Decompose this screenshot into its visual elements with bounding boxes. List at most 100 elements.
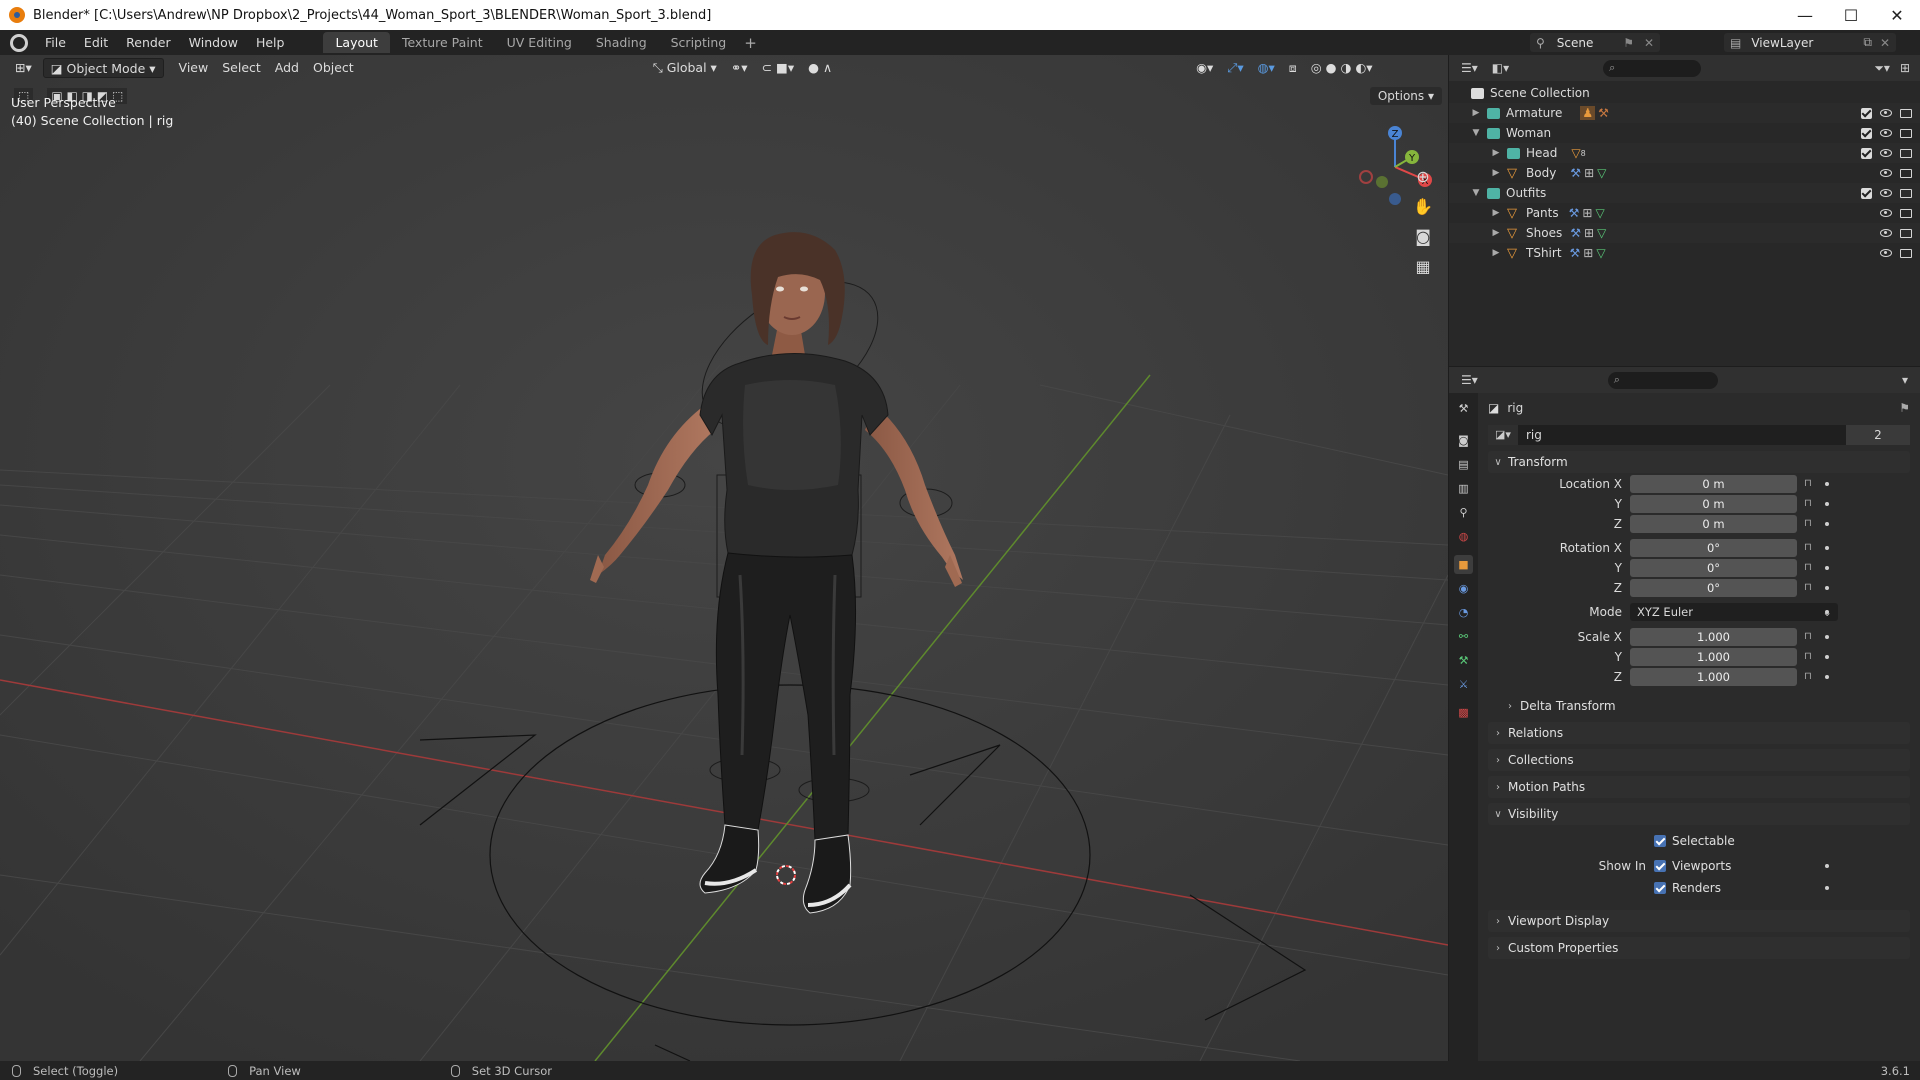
datablock-selector[interactable]: ◪▾ rig 2 bbox=[1488, 425, 1910, 445]
vertex-groups-icon[interactable]: ⊞ bbox=[1582, 206, 1592, 220]
user-count-badge[interactable]: 2 bbox=[1846, 425, 1910, 445]
outliner-row-tshirt[interactable]: ▶ ▽ TShirt ⚒ ⊞ ▽ bbox=[1449, 243, 1920, 263]
location-z-field[interactable]: 0 m bbox=[1630, 515, 1797, 533]
vertex-groups-icon[interactable]: ⊞ bbox=[1584, 226, 1594, 240]
datablock-type-icon[interactable]: ◪▾ bbox=[1488, 425, 1518, 445]
rotation-mode-dropdown[interactable]: XYZ Euler ⌄ bbox=[1630, 603, 1838, 621]
pan-hand-icon[interactable]: ✋ bbox=[1410, 193, 1436, 219]
expand-arrow-icon[interactable]: ▶ bbox=[1491, 148, 1501, 158]
eye-icon[interactable] bbox=[1880, 109, 1892, 117]
duplicate-view-layer-icon[interactable]: ⧉ bbox=[1863, 35, 1872, 50]
mesh-data-icon[interactable]: ▽ bbox=[1597, 226, 1606, 240]
visibility-panel-header[interactable]: ∨ Visibility bbox=[1488, 803, 1910, 825]
pin-icon[interactable]: ⚑ bbox=[1899, 401, 1910, 415]
keyframe-dot[interactable] bbox=[1825, 482, 1829, 486]
eye-icon[interactable] bbox=[1880, 229, 1892, 237]
modifier-wrench-icon[interactable]: ⚒ bbox=[1570, 166, 1581, 180]
menu-object[interactable]: Object bbox=[306, 58, 361, 78]
filter-icon[interactable]: ⏷▾ bbox=[1874, 61, 1890, 76]
keyframe-dot[interactable] bbox=[1825, 546, 1829, 550]
outliner-row-pants[interactable]: ▶ ▽ Pants ⚒ ⊞ ▽ bbox=[1449, 203, 1920, 223]
modifier-wrench-icon[interactable]: ⚒ bbox=[1570, 226, 1581, 240]
mesh-data-icon[interactable]: ▽ bbox=[1595, 206, 1604, 220]
eye-icon[interactable] bbox=[1880, 249, 1892, 257]
render-icon[interactable] bbox=[1900, 208, 1912, 218]
motion-paths-panel-header[interactable]: › Motion Paths bbox=[1488, 776, 1910, 798]
object-constraint-tab-icon[interactable]: ⚯ bbox=[1454, 627, 1473, 646]
physics-tab-icon[interactable]: ◔ bbox=[1454, 603, 1473, 622]
keyframe-dot[interactable] bbox=[1825, 864, 1829, 868]
render-tab-icon[interactable]: ◙ bbox=[1454, 431, 1473, 450]
menu-help[interactable]: Help bbox=[247, 30, 294, 55]
outliner-search-input[interactable]: ⌕ bbox=[1603, 59, 1702, 77]
modifier-tab-icon[interactable]: ◉ bbox=[1454, 579, 1473, 598]
add-workspace-button[interactable]: + bbox=[738, 34, 763, 52]
outliner-row-body[interactable]: ▶ ▽ Body ⚒ ⊞ ▽ bbox=[1449, 163, 1920, 183]
eye-icon[interactable] bbox=[1880, 169, 1892, 177]
keyframe-dot[interactable] bbox=[1825, 586, 1829, 590]
collapse-arrow-icon[interactable]: ▼ bbox=[1471, 188, 1481, 198]
object-mode-dropdown[interactable]: ◪ Object Mode ▾ bbox=[42, 58, 164, 78]
render-icon[interactable] bbox=[1900, 148, 1912, 158]
shading-mode-icons[interactable]: ◎ ● ◑ ◐▾ bbox=[1304, 58, 1380, 78]
output-tab-icon[interactable]: ▤ bbox=[1454, 455, 1473, 474]
pin-icon[interactable]: ⚑ bbox=[1623, 36, 1634, 50]
keyframe-dot[interactable] bbox=[1825, 635, 1829, 639]
tab-layout[interactable]: Layout bbox=[323, 32, 390, 53]
exclude-checkbox[interactable] bbox=[1861, 147, 1872, 159]
outliner-row-head[interactable]: ▶ Head ▽ 8 bbox=[1449, 143, 1920, 163]
scale-z-field[interactable]: 1.000 bbox=[1630, 668, 1797, 686]
expand-arrow-icon[interactable]: ▶ bbox=[1491, 248, 1501, 258]
zoom-icon[interactable]: ⊕ bbox=[1410, 163, 1436, 189]
vertex-groups-icon[interactable]: ⊞ bbox=[1584, 166, 1594, 180]
rotation-x-field[interactable]: 0° bbox=[1630, 539, 1797, 557]
armature-icon[interactable]: ♟ bbox=[1580, 106, 1596, 120]
display-mode-icon[interactable]: ◧▾ bbox=[1492, 61, 1509, 75]
delta-transform-panel-header[interactable]: › Delta Transform bbox=[1500, 695, 1910, 717]
camera-icon[interactable]: ◙ bbox=[1410, 223, 1436, 249]
texture-tab-icon[interactable]: ▩ bbox=[1454, 703, 1473, 722]
expand-arrow-icon[interactable]: ▶ bbox=[1491, 208, 1501, 218]
render-icon[interactable] bbox=[1900, 228, 1912, 238]
menu-window[interactable]: Window bbox=[180, 30, 247, 55]
menu-file[interactable]: File bbox=[36, 30, 75, 55]
object-tab-icon[interactable]: ■ bbox=[1454, 555, 1473, 574]
tab-shading[interactable]: Shading bbox=[584, 32, 659, 53]
collapse-arrow-icon[interactable]: ▼ bbox=[1471, 128, 1481, 138]
new-collection-icon[interactable]: ⊞ bbox=[1900, 61, 1910, 75]
scale-x-field[interactable]: 1.000 bbox=[1630, 628, 1797, 646]
xray-toggle-icon[interactable]: ⧈ bbox=[1282, 58, 1304, 78]
keyframe-dot[interactable] bbox=[1825, 566, 1829, 570]
tab-uv-editing[interactable]: UV Editing bbox=[495, 32, 584, 53]
mesh-icon[interactable]: ▽ bbox=[1571, 146, 1580, 160]
expand-arrow-icon[interactable]: ▶ bbox=[1491, 168, 1501, 178]
orientation-dropdown[interactable]: ⤡ Global ▾ bbox=[646, 58, 724, 78]
render-icon[interactable] bbox=[1900, 128, 1912, 138]
armature-data-icon[interactable]: ⚒ bbox=[1598, 106, 1609, 120]
keyframe-dot[interactable] bbox=[1825, 655, 1829, 659]
keyframe-dot[interactable] bbox=[1825, 675, 1829, 679]
rotation-z-field[interactable]: 0° bbox=[1630, 579, 1797, 597]
view-layer-tab-icon[interactable]: ▥ bbox=[1454, 479, 1473, 498]
vertex-groups-icon[interactable]: ⊞ bbox=[1583, 246, 1593, 260]
menu-render[interactable]: Render bbox=[117, 30, 180, 55]
proportional-edit-icon[interactable]: ● ∧ bbox=[801, 58, 839, 78]
rotation-y-field[interactable]: 0° bbox=[1630, 559, 1797, 577]
minimize-button[interactable]: — bbox=[1782, 0, 1828, 30]
properties-search-input[interactable]: ⌕ bbox=[1607, 371, 1718, 389]
scene-tab-icon[interactable]: ⚲ bbox=[1454, 503, 1473, 522]
eye-icon[interactable] bbox=[1880, 149, 1892, 157]
lock-icon[interactable]: ⊓ bbox=[1804, 498, 1812, 509]
render-icon[interactable] bbox=[1900, 108, 1912, 118]
menu-select[interactable]: Select bbox=[215, 58, 268, 78]
visibility-icon[interactable]: ◉▾ bbox=[1189, 58, 1220, 78]
modifier-wrench-icon[interactable]: ⚒ bbox=[1570, 246, 1581, 260]
properties-options-icon[interactable]: ▾ bbox=[1902, 373, 1908, 387]
bone-tab-icon[interactable]: ⚔ bbox=[1454, 675, 1473, 694]
object-data-tab-icon[interactable]: ⚒ bbox=[1454, 651, 1473, 670]
close-view-layer-icon[interactable]: ✕ bbox=[1880, 36, 1890, 50]
expand-arrow-icon[interactable]: ▶ bbox=[1491, 228, 1501, 238]
location-x-field[interactable]: 0 m bbox=[1630, 475, 1797, 493]
overlay-toggle-icon[interactable]: ◍▾ bbox=[1251, 58, 1282, 78]
mesh-data-icon[interactable]: ▽ bbox=[1596, 246, 1605, 260]
